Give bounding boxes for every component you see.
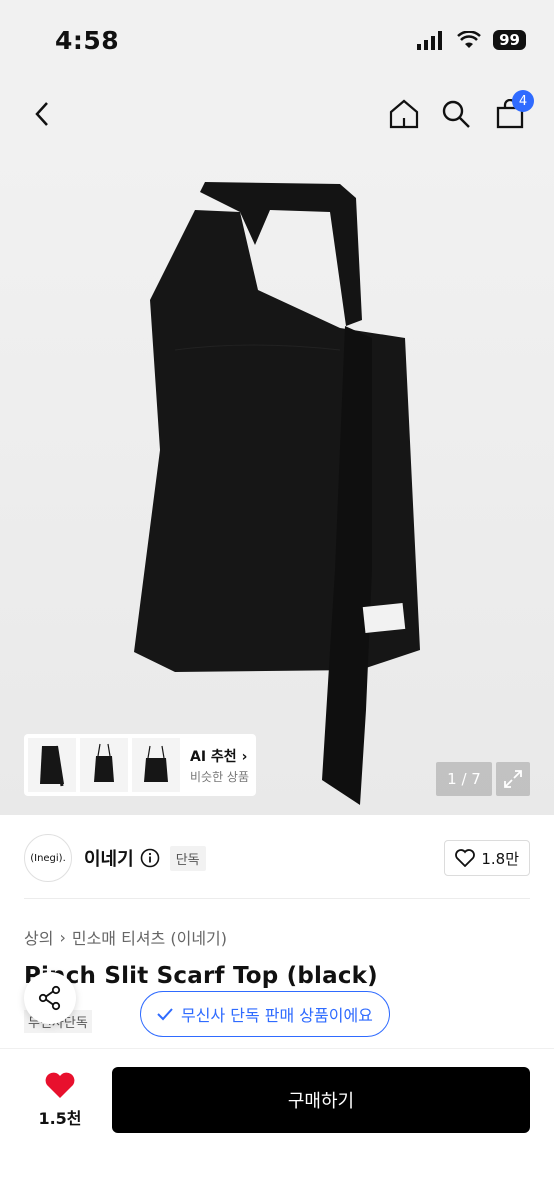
battery-indicator: 99 — [493, 30, 526, 50]
chevron-left-icon — [35, 102, 48, 126]
heart-filled-icon — [45, 1072, 75, 1098]
search-button[interactable] — [436, 94, 476, 134]
ai-recommendation-strip[interactable]: AI 추천 › 비슷한 상품 — [24, 734, 256, 796]
top-thumbnail-image — [94, 743, 114, 782]
wifi-icon — [457, 31, 481, 48]
info-icon[interactable] — [140, 848, 160, 868]
exclusive-toast: 무신사 단독 판매 상품이에요 — [140, 991, 390, 1037]
cart-count-badge: 4 — [512, 90, 534, 112]
wishlist-count: 1.5천 — [38, 1109, 82, 1128]
checkmark-icon — [157, 1008, 173, 1021]
recommendation-thumbnail[interactable] — [28, 738, 76, 792]
brand-logo[interactable]: (Inegi). — [24, 834, 72, 882]
divider — [24, 898, 530, 899]
chevron-right-icon: › — [59, 927, 66, 947]
product-title: Pinch Slit Scarf Top (black) — [24, 963, 378, 989]
heart-outline-icon — [455, 849, 476, 867]
share-icon — [38, 985, 61, 1011]
search-icon — [442, 100, 470, 128]
product-image-gallery[interactable]: AI 추천 › 비슷한 상품 1 / 7 — [0, 150, 554, 815]
brand-like-count: 1.8만 — [481, 849, 519, 868]
breadcrumb-category[interactable]: 상의 — [24, 925, 53, 949]
top-navigation: 4 — [0, 80, 554, 150]
back-button[interactable] — [22, 94, 62, 134]
brand-row: (Inegi). 이네기 단독 1.8만 — [24, 832, 530, 884]
bottom-action-bar: 1.5천 구매하기 — [0, 1048, 554, 1201]
signal-icon — [417, 31, 443, 50]
status-time: 4:58 — [55, 26, 120, 55]
recommendation-thumbnail[interactable] — [80, 738, 128, 792]
home-icon — [389, 99, 419, 129]
ai-recommendation-subtitle: 비슷한 상품 — [190, 769, 250, 784]
expand-image-button[interactable] — [496, 762, 530, 796]
home-button[interactable] — [384, 94, 424, 134]
top-thumbnail-image — [144, 745, 168, 782]
ai-recommendation-link[interactable]: AI 추천 › 비슷한 상품 — [190, 746, 249, 785]
recommendation-thumbnail[interactable] — [132, 738, 180, 792]
buy-button[interactable]: 구매하기 — [112, 1067, 530, 1133]
brand-like-button[interactable]: 1.8만 — [444, 840, 530, 876]
brand-logo-text: (Inegi). — [30, 852, 66, 864]
breadcrumb: 상의 › 민소매 티셔츠 (이네기) — [24, 925, 227, 949]
exclusive-tag: 단독 — [169, 845, 206, 871]
wishlist-button[interactable]: 1.5천 — [30, 1071, 90, 1129]
breadcrumb-subcategory[interactable]: 민소매 티셔츠 (이네기) — [72, 925, 227, 949]
ai-recommendation-title: AI 추천 — [190, 748, 237, 765]
share-button[interactable] — [24, 972, 76, 1024]
status-bar: 4:58 99 — [0, 0, 554, 80]
top-thumbnail-image — [40, 745, 64, 787]
expand-icon — [504, 770, 522, 788]
status-icons: 99 — [417, 30, 526, 50]
cart-button[interactable]: 4 — [490, 90, 534, 134]
toast-text: 무신사 단독 판매 상품이에요 — [181, 1006, 373, 1025]
image-page-indicator: 1 / 7 — [436, 762, 492, 796]
chevron-right-icon: › — [241, 748, 248, 765]
brand-name[interactable]: 이네기 — [84, 845, 134, 871]
product-image — [134, 182, 420, 805]
